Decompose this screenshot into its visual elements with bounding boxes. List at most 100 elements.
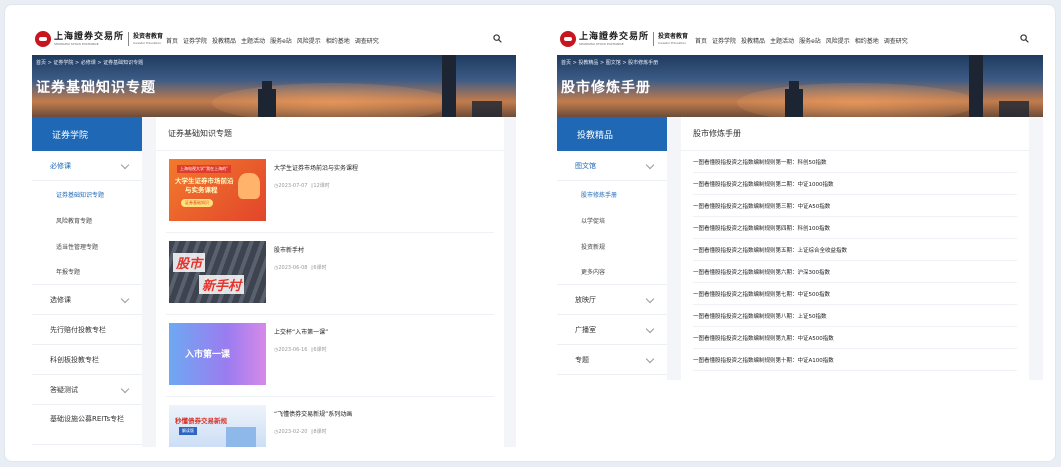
course-thumbnail[interactable]: 上海电视大学“我在上海的” 大学生证券市场前沿 与实务课程 证券基础知识 <box>169 159 266 221</box>
logo-edu: 投资者教育 <box>658 33 689 40</box>
article-link[interactable]: 一图看懂股指投资之指数编制规则第九期：中证A500指数 <box>693 327 1017 349</box>
search-icon[interactable] <box>493 34 502 43</box>
sidebar-header: 投教精品 <box>557 117 667 151</box>
sidebar-group-label: 答疑测试 <box>50 385 78 394</box>
top-navigation: 上海證券交易所 SHANGHAI STOCK EXCHANGE 投资者教育 In… <box>32 25 516 55</box>
menu-item-home[interactable]: 首页 <box>166 36 178 45</box>
menu-item-base[interactable]: 相约基地 <box>326 36 350 45</box>
thumb-headline-2: 与实务课程 <box>185 186 218 194</box>
section-title: 证券基础知识专题 <box>156 117 504 151</box>
course-title[interactable]: 股市新手村 <box>274 245 304 254</box>
thumb-headline: 入市第一课 <box>185 350 231 360</box>
article-link[interactable]: 一图看懂股指投资之指数编制规则第六期：沪深300指数 <box>693 261 1017 283</box>
sidebar-subitem-new-rules[interactable]: 投资新规 <box>557 233 667 259</box>
sidebar-group-label: 必修课 <box>50 161 71 170</box>
right-page: 上海證券交易所 SHANGHAI STOCK EXCHANGE 投资者教育 In… <box>557 25 1043 380</box>
menu-item-base[interactable]: 相约基地 <box>855 36 879 45</box>
course-title[interactable]: 大学生证券市场前沿与实务课程 <box>274 163 358 172</box>
article-link[interactable]: 一图看懂股指投资之指数编制规则第五期：上证综合全收益指数 <box>693 239 1017 261</box>
sidebar-subitem-handbook[interactable]: 股市修炼手册 <box>557 181 667 207</box>
course-date: 2023-07-07 <box>278 183 308 189</box>
course-item[interactable]: 上海电视大学“我在上海的” 大学生证券市场前沿 与实务课程 证券基础知识 大学生… <box>166 151 494 233</box>
sidebar-group-elective[interactable]: 选修课 <box>32 285 142 315</box>
course-item[interactable]: 入市第一课 上交杯“入市第一课” ◷2023-06-16 ▯6课时 <box>166 315 494 397</box>
chevron-down-icon <box>120 294 130 304</box>
sidebar-subitem-annual-report[interactable]: 年报专题 <box>32 259 142 285</box>
thumb-caption: 上海电视大学“我在上海的” <box>177 165 232 173</box>
menu-item-risk[interactable]: 风险提示 <box>297 36 321 45</box>
course-hours: 12课时 <box>313 183 330 189</box>
sidebar-subitem-basics[interactable]: 证券基础知识专题 <box>32 181 142 207</box>
section-title: 股市修炼手册 <box>681 117 1029 151</box>
sidebar-item-reits[interactable]: 基础设施公募REITs专栏 <box>32 405 142 445</box>
sidebar-subitem-risk[interactable]: 风险教育专题 <box>32 207 142 233</box>
logo-name: 上海證券交易所 <box>54 31 125 42</box>
course-thumbnail[interactable]: 秒懂债券交易新规 解读版 <box>169 405 266 447</box>
course-hours: 8课时 <box>313 429 327 435</box>
search-icon[interactable] <box>1020 34 1029 43</box>
article-link[interactable]: 一图看懂股指投资之指数编制规则第四期：科创100指数 <box>693 217 1017 239</box>
sidebar-item-compensation[interactable]: 先行赔付投教专栏 <box>32 315 142 345</box>
sidebar-group-label: 选修课 <box>50 295 71 304</box>
article-link[interactable]: 一图看懂股指投资之指数编制规则第三期：中证A50指数 <box>693 195 1017 217</box>
page-banner: 首页 > 投教精品 > 图文馆 > 股市修炼手册 股市修炼手册 <box>557 55 1043 117</box>
course-item[interactable]: 股市 新手村 股市新手村 ◷2023-06-08 ▯6课时 <box>166 233 494 315</box>
menu-item-service[interactable]: 服务e站 <box>270 36 292 45</box>
article-link[interactable]: 一图看懂股指投资之指数编制规则第十期：中证A100指数 <box>693 349 1017 371</box>
menu-item-service[interactable]: 服务e站 <box>799 36 821 45</box>
logo-name-en: SHANGHAI STOCK EXCHANGE <box>54 41 99 46</box>
sidebar-header: 证券学院 <box>32 117 142 151</box>
sidebar-item-label: 科创板投教专栏 <box>50 355 99 364</box>
chevron-down-icon <box>645 324 655 334</box>
chevron-down-icon <box>645 160 655 170</box>
course-hours: 6课时 <box>313 347 327 353</box>
main-menu: 首页 证券学院 投教精品 主题活动 服务e站 风险提示 相约基地 调查研究 <box>695 36 908 45</box>
course-item[interactable]: 秒懂债券交易新规 解读版 “飞懂债券交易新规”系列动画 ◷2023-02-20 … <box>166 397 494 447</box>
menu-item-events[interactable]: 主题活动 <box>241 36 265 45</box>
menu-item-featured[interactable]: 投教精品 <box>212 36 236 45</box>
sidebar-subitem-suitability[interactable]: 适当性管理专题 <box>32 233 142 259</box>
banner-tower-spire <box>973 55 979 117</box>
sidebar-group-required[interactable]: 必修课 <box>32 151 142 181</box>
page-title: 股市修炼手册 <box>561 80 651 96</box>
course-meta: ◷2023-02-20 ▯8课时 <box>274 428 327 435</box>
course-title[interactable]: 上交杯“入市第一课” <box>274 327 328 336</box>
article-link[interactable]: 一图看懂股指投资之指数编制规则第八期：上证50指数 <box>693 305 1017 327</box>
sidebar-item-star-market[interactable]: 科创板投教专栏 <box>32 345 142 375</box>
top-navigation: 上海證券交易所 SHANGHAI STOCK EXCHANGE 投资者教育 In… <box>557 25 1043 55</box>
sidebar-group-radio[interactable]: 广播室 <box>557 315 667 345</box>
sidebar-group-topics[interactable]: 专题 <box>557 345 667 375</box>
menu-item-research[interactable]: 调查研究 <box>355 36 379 45</box>
menu-item-academy[interactable]: 证券学院 <box>712 36 736 45</box>
main-menu: 首页 证券学院 投教精品 主题活动 服务e站 风险提示 相约基地 调查研究 <box>166 36 379 45</box>
sse-logo[interactable]: 上海證券交易所 SHANGHAI STOCK EXCHANGE 投资者教育 In… <box>560 31 688 47</box>
menu-item-featured[interactable]: 投教精品 <box>741 36 765 45</box>
menu-item-academy[interactable]: 证券学院 <box>183 36 207 45</box>
sidebar-subitem-learning[interactable]: 以学促培 <box>557 207 667 233</box>
sidebar: 证券学院 必修课 证券基础知识专题 风险教育专题 适当性管理专题 年报专题 选修… <box>32 117 142 447</box>
course-title[interactable]: “飞懂债券交易新规”系列动画 <box>274 409 352 418</box>
menu-item-home[interactable]: 首页 <box>695 36 707 45</box>
left-page: 上海證券交易所 SHANGHAI STOCK EXCHANGE 投资者教育 In… <box>32 25 516 447</box>
menu-item-risk[interactable]: 风险提示 <box>826 36 850 45</box>
sidebar-subitem-more[interactable]: 更多内容 <box>557 259 667 285</box>
course-date: 2023-06-16 <box>278 347 308 353</box>
logo-divider <box>128 32 130 46</box>
course-thumbnail[interactable]: 入市第一课 <box>169 323 266 385</box>
screenshot-frame: 上海證券交易所 SHANGHAI STOCK EXCHANGE 投资者教育 In… <box>4 4 1056 462</box>
article-link[interactable]: 一图看懂股指投资之指数编制规则第七期：中证500指数 <box>693 283 1017 305</box>
sidebar-group-theater[interactable]: 放映厅 <box>557 285 667 315</box>
article-link[interactable]: 一图看懂股指投资之指数编制规则第一期：科创50指数 <box>693 151 1017 173</box>
course-thumbnail[interactable]: 股市 新手村 <box>169 241 266 303</box>
menu-item-events[interactable]: 主题活动 <box>770 36 794 45</box>
thumb-headline-2: 新手村 <box>199 275 245 294</box>
breadcrumb[interactable]: 首页 > 投教精品 > 图文馆 > 股市修炼手册 <box>561 59 658 66</box>
breadcrumb[interactable]: 首页 > 证券学院 > 必修课 > 证券基础知识专题 <box>36 59 143 66</box>
sidebar-group-quiz[interactable]: 答疑测试 <box>32 375 142 405</box>
chevron-down-icon <box>120 384 130 394</box>
sidebar-group-gallery[interactable]: 图文馆 <box>557 151 667 181</box>
article-link[interactable]: 一图看懂股指投资之指数编制规则第二期：中证1000指数 <box>693 173 1017 195</box>
menu-item-research[interactable]: 调查研究 <box>884 36 908 45</box>
thumb-illustration <box>226 427 256 447</box>
sse-logo[interactable]: 上海證券交易所 SHANGHAI STOCK EXCHANGE 投资者教育 In… <box>35 31 163 47</box>
